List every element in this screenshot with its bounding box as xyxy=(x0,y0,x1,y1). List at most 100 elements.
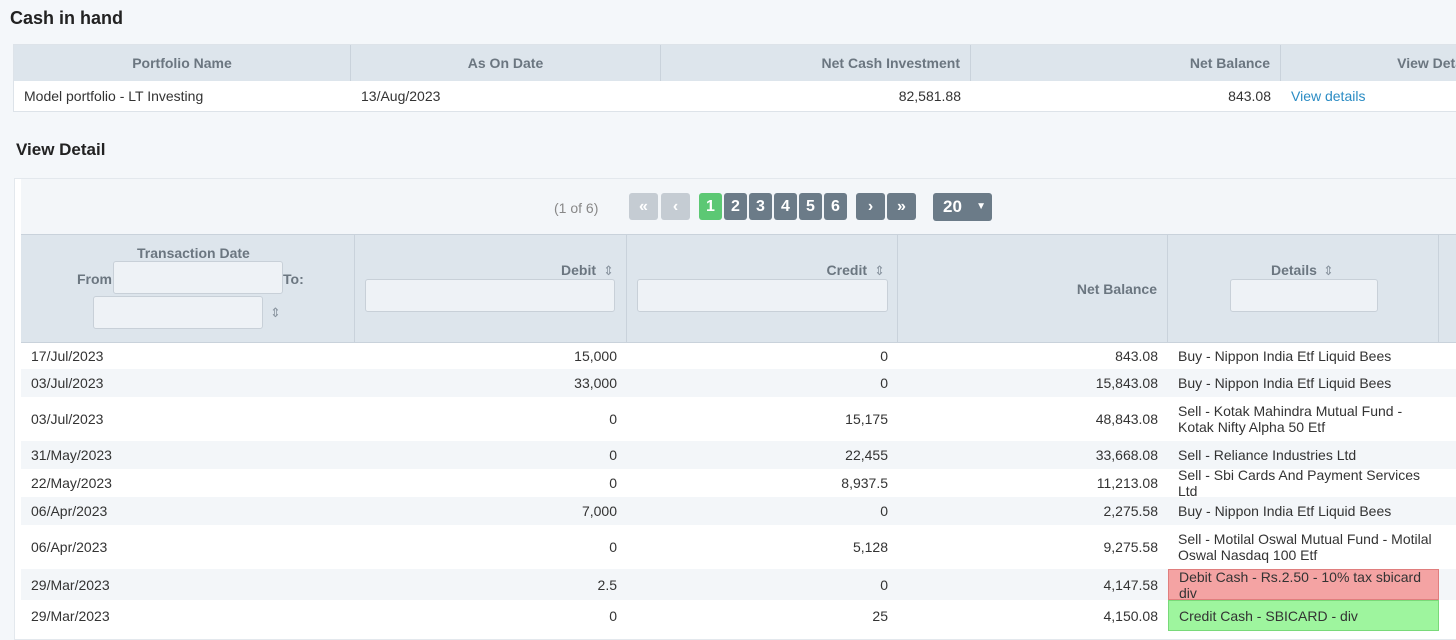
to-date-input[interactable] xyxy=(93,296,263,329)
cell-debit: 15,000 xyxy=(574,347,617,364)
cell-date: 29/Mar/2023 xyxy=(31,576,110,593)
net-balance-label: Net Balance xyxy=(1076,281,1157,297)
cell-date: 06/Apr/2023 xyxy=(31,539,108,555)
header-credit: Credit ⇕ xyxy=(627,235,898,342)
view-details-link[interactable]: View details xyxy=(1291,88,1365,104)
cell-balance: 15,843.08 xyxy=(1095,375,1158,391)
chevron-down-icon: ▼ xyxy=(976,201,986,212)
page-button-5[interactable]: 5 xyxy=(799,193,822,220)
cell-balance: 2,275.58 xyxy=(1103,503,1159,519)
cell-details-credit-highlight: Credit Cash - SBICARD - div xyxy=(1168,600,1439,631)
details-label[interactable]: Details xyxy=(1271,262,1317,278)
cell-debit: 0 xyxy=(609,411,617,427)
net-cash-investment: 82,581.88 xyxy=(898,88,961,104)
cell-balance: 843.08 xyxy=(1115,347,1158,364)
cell-details: Buy - Nippon India Etf Liquid Bees xyxy=(1178,347,1392,364)
portfolio-name: Model portfolio - LT Investing xyxy=(24,88,204,104)
cell-date: 06/Apr/2023 xyxy=(31,503,108,519)
page-title: Cash in hand xyxy=(10,8,124,28)
cell-debit: 7,000 xyxy=(581,503,617,519)
page-button-6[interactable]: 6 xyxy=(824,193,847,220)
page-button-1[interactable]: 1 xyxy=(699,193,722,220)
cell-balance: 4,150.08 xyxy=(1103,607,1159,624)
cell-balance: 33,668.08 xyxy=(1095,447,1158,463)
detail-table-body: 17/Jul/2023 15,000 0 843.08 Buy - Nippon… xyxy=(21,342,1456,631)
sort-icon[interactable]: ⇕ xyxy=(603,263,614,279)
cell-details: Sell - Sbi Cards And Payment Services Lt… xyxy=(1178,467,1420,499)
page-size-value: 20 xyxy=(943,197,962,216)
from-label: From: xyxy=(77,271,117,287)
cell-balance: 11,213.08 xyxy=(1096,475,1158,491)
cell-details: Buy - Nippon India Etf Liquid Bees xyxy=(1178,503,1392,519)
as-on-date: 13/Aug/2023 xyxy=(361,88,441,104)
debit-label[interactable]: Debit xyxy=(561,262,596,278)
cell-credit: 15,175 xyxy=(845,411,888,427)
cell-debit: 0 xyxy=(609,607,617,624)
credit-filter-input[interactable] xyxy=(637,279,888,312)
summary-table: Portfolio Name As On Date Net Cash Inves… xyxy=(13,44,1456,112)
table-row: 17/Jul/2023 15,000 0 843.08 Buy - Nippon… xyxy=(21,342,1456,369)
sort-icon[interactable]: ⇕ xyxy=(874,263,885,279)
col-net-cash-investment: Net Cash Investment xyxy=(661,45,971,81)
cell-date: 29/Mar/2023 xyxy=(31,607,110,624)
header-details: Details ⇕ xyxy=(1168,235,1439,342)
table-row: 31/May/2023 0 22,455 33,668.08 Sell - Re… xyxy=(21,441,1456,469)
cell-credit: 0 xyxy=(880,503,888,519)
last-page-button[interactable]: » xyxy=(887,193,916,220)
cell-date: 03/Jul/2023 xyxy=(31,375,104,391)
cell-balance: 48,843.08 xyxy=(1095,411,1158,427)
cell-details: Sell - Motilal Oswal Mutual Fund - Motil… xyxy=(1178,531,1432,563)
page-button-4[interactable]: 4 xyxy=(774,193,797,220)
cell-debit: 0 xyxy=(609,475,617,491)
details-filter-input[interactable] xyxy=(1230,279,1378,312)
cell-credit: 0 xyxy=(880,375,888,391)
cell-date: 22/May/2023 xyxy=(31,475,112,491)
section-title: View Detail xyxy=(16,140,106,159)
cell-credit: 5,128 xyxy=(852,539,888,555)
cell-details: Sell - Reliance Industries Ltd xyxy=(1178,447,1357,463)
cell-date: 03/Jul/2023 xyxy=(31,411,104,427)
header-net-balance: Net Balance xyxy=(898,235,1168,342)
cell-credit: 8,937.5 xyxy=(841,475,888,491)
debit-filter-input[interactable] xyxy=(365,279,615,312)
detail-panel: (1 of 6) « ‹ 1 2 3 4 5 6 › » 20 ▼ Transa… xyxy=(14,178,1456,640)
summary-row: Model portfolio - LT Investing 13/Aug/20… xyxy=(14,81,1456,111)
table-row: 22/May/2023 0 8,937.5 11,213.08 Sell - S… xyxy=(21,467,1456,499)
table-row: 29/Mar/2023 0 25 4,150.08 Credit Cash - … xyxy=(21,600,1456,631)
col-net-balance: Net Balance xyxy=(971,45,1281,81)
sort-icon[interactable]: ⇕ xyxy=(1323,263,1334,279)
cell-details: Sell - Kotak Mahindra Mutual Fund - Kota… xyxy=(1178,403,1403,435)
cell-debit: 2.5 xyxy=(597,576,617,593)
sort-icon[interactable]: ⇕ xyxy=(270,305,281,321)
page-button-2[interactable]: 2 xyxy=(724,193,747,220)
cell-date: 31/May/2023 xyxy=(31,447,112,463)
cell-date: 17/Jul/2023 xyxy=(31,347,104,364)
detail-table-header: Transaction Date From: To: ⇕ Debit ⇕ Cre… xyxy=(21,234,1456,343)
header-transaction-date: Transaction Date From: To: ⇕ xyxy=(21,235,355,342)
table-row: 06/Apr/2023 0 5,128 9,275.58 Sell - Moti… xyxy=(21,525,1456,569)
page-size-select[interactable]: 20 ▼ xyxy=(933,193,992,221)
next-page-button[interactable]: › xyxy=(856,193,885,220)
paginator: (1 of 6) « ‹ 1 2 3 4 5 6 › » 20 ▼ xyxy=(21,179,1456,234)
table-row: 29/Mar/2023 2.5 0 4,147.58 Debit Cash - … xyxy=(21,569,1456,601)
cell-credit: 0 xyxy=(880,347,888,364)
page-info: (1 of 6) xyxy=(554,200,599,216)
from-date-input[interactable] xyxy=(113,261,283,294)
col-portfolio-name: Portfolio Name xyxy=(14,45,351,81)
cell-credit: 22,455 xyxy=(845,447,888,463)
header-debit: Debit ⇕ xyxy=(355,235,627,342)
page-button-3[interactable]: 3 xyxy=(749,193,772,220)
transaction-date-label: Transaction Date xyxy=(137,245,250,261)
cell-balance: 4,147.58 xyxy=(1103,576,1159,593)
table-row: 03/Jul/2023 0 15,175 48,843.08 Sell - Ko… xyxy=(21,397,1456,441)
credit-label[interactable]: Credit xyxy=(827,262,867,278)
first-page-button[interactable]: « xyxy=(629,193,658,220)
summary-header: Portfolio Name As On Date Net Cash Inves… xyxy=(14,45,1456,81)
col-as-on-date: As On Date xyxy=(351,45,661,81)
prev-page-button[interactable]: ‹ xyxy=(661,193,690,220)
cell-debit: 0 xyxy=(609,539,617,555)
table-row: 06/Apr/2023 7,000 0 2,275.58 Buy - Nippo… xyxy=(21,497,1456,525)
net-balance: 843.08 xyxy=(1228,88,1271,104)
to-label: To: xyxy=(283,271,304,287)
table-row: 03/Jul/2023 33,000 0 15,843.08 Buy - Nip… xyxy=(21,369,1456,397)
